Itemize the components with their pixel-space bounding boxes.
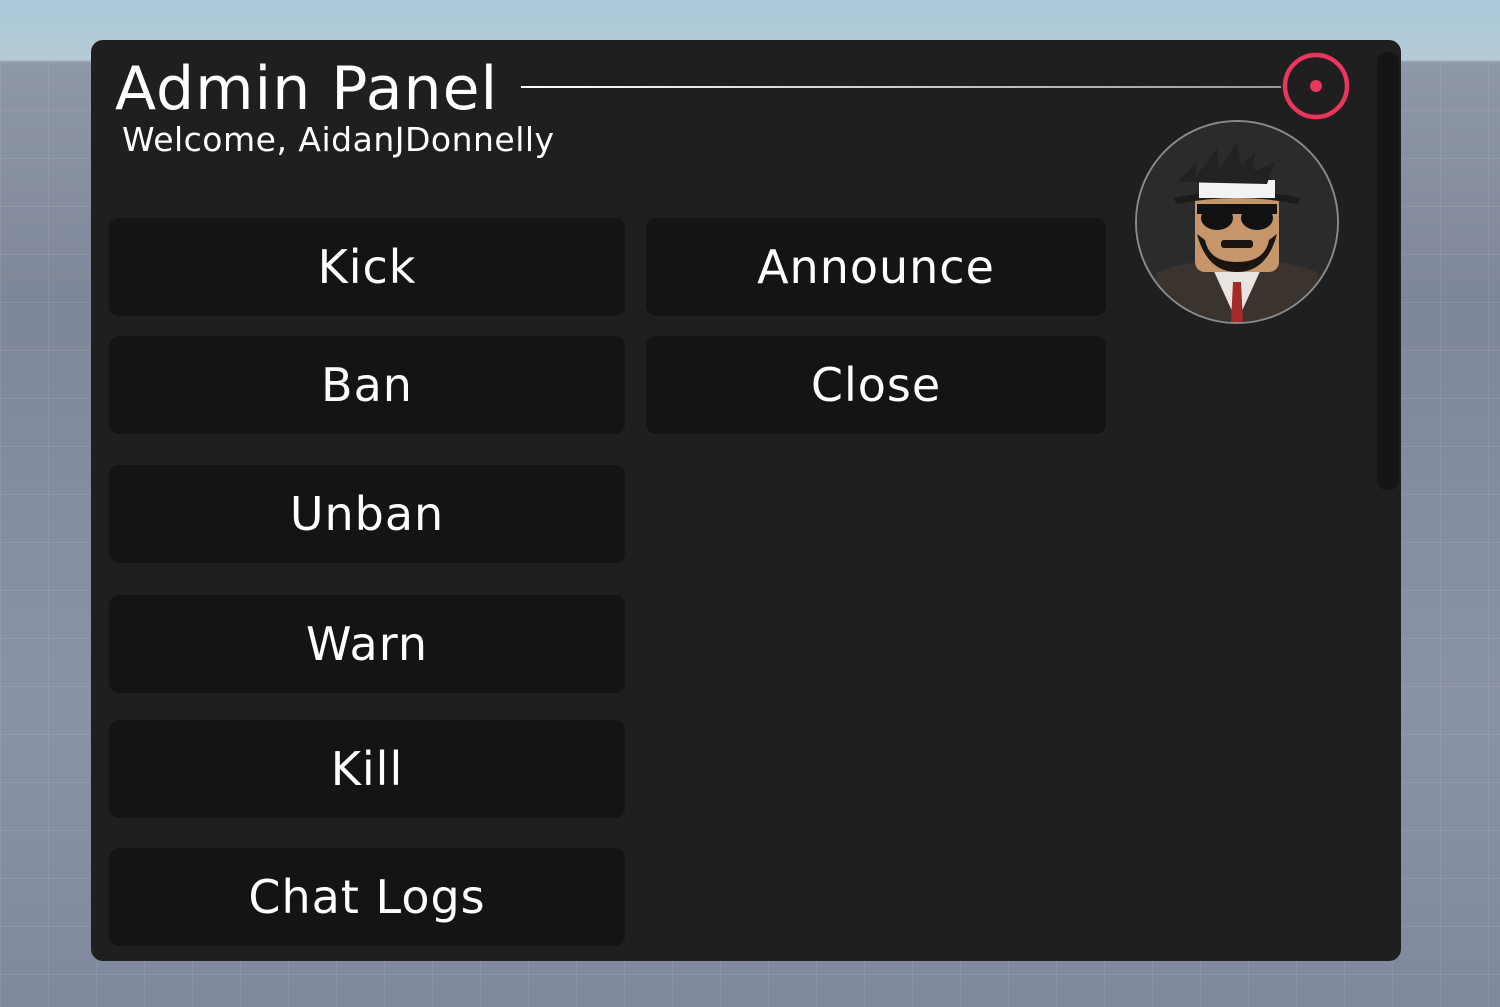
unban-label: Unban: [289, 487, 445, 541]
ban-button[interactable]: Ban: [109, 336, 625, 434]
game-viewport: Admin Panel Welcome, AidanJDonnelly Kick…: [0, 0, 1500, 1007]
warn-button[interactable]: Warn: [109, 595, 625, 693]
admin-panel: Admin Panel Welcome, AidanJDonnelly Kick…: [91, 40, 1401, 961]
chat-logs-label: Chat Logs: [248, 870, 486, 924]
close-label: Close: [810, 358, 942, 412]
welcome-text: Welcome, AidanJDonnelly: [122, 120, 555, 159]
chat-logs-button[interactable]: Chat Logs: [109, 848, 625, 946]
unban-button[interactable]: Unban: [109, 465, 625, 563]
avatar: [1135, 120, 1339, 324]
target-icon[interactable]: [1282, 52, 1350, 120]
warn-label: Warn: [306, 617, 428, 671]
ban-label: Ban: [321, 358, 413, 412]
kick-button[interactable]: Kick: [109, 218, 625, 316]
panel-title: Admin Panel: [115, 54, 499, 124]
kill-button[interactable]: Kill: [109, 720, 625, 818]
close-button[interactable]: Close: [646, 336, 1106, 434]
kick-label: Kick: [317, 240, 417, 294]
announce-label: Announce: [757, 240, 995, 294]
scrollbar[interactable]: [1377, 52, 1399, 490]
announce-button[interactable]: Announce: [646, 218, 1106, 316]
title-divider: [521, 86, 1281, 88]
kill-label: Kill: [330, 742, 404, 796]
